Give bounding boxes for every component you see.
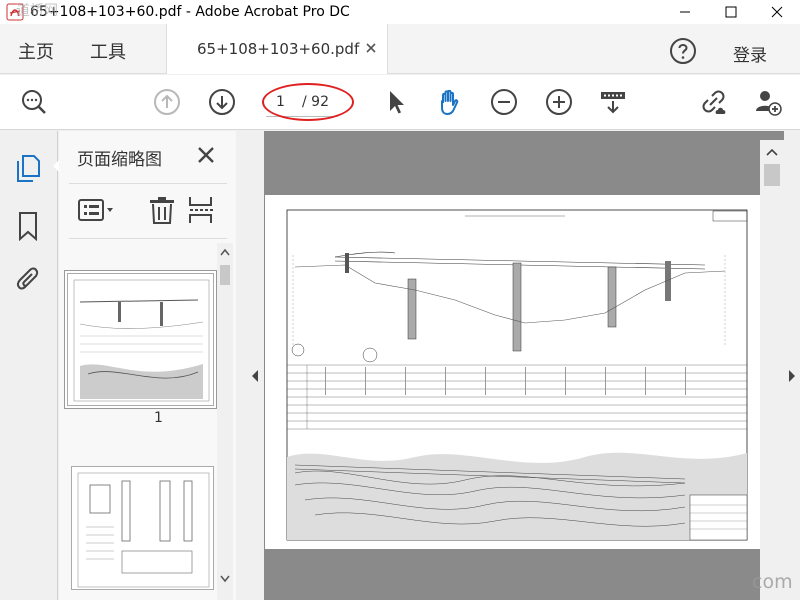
page-display-icon[interactable]: [599, 88, 627, 116]
panel-collapse-gutter[interactable]: [236, 131, 264, 600]
collapse-left-icon[interactable]: [250, 369, 260, 383]
page-thumbnails-icon[interactable]: [14, 153, 42, 183]
pdf-page: [265, 195, 761, 549]
previous-page-icon[interactable]: [153, 88, 181, 116]
thumbnail-options-icon[interactable]: [77, 195, 113, 225]
close-window-button[interactable]: [754, 0, 800, 24]
title-bar: 65+108+103+60.pdf - Adobe Acrobat Pro DC: [0, 0, 800, 24]
expand-right-panel-icon[interactable]: [787, 369, 797, 383]
window-title: 65+108+103+60.pdf - Adobe Acrobat Pro DC: [30, 4, 350, 20]
right-panel-gutter[interactable]: [784, 131, 800, 600]
maximize-button[interactable]: [708, 0, 754, 24]
bookmark-icon[interactable]: [14, 211, 42, 242]
thumbnail-scrollbar[interactable]: [217, 243, 233, 600]
document-tab-label: 65+108+103+60.pdf: [197, 40, 360, 58]
delete-page-icon[interactable]: [147, 195, 177, 225]
watermark-url: com: [752, 571, 793, 593]
thumbnail-page-number: 1: [154, 410, 163, 426]
add-user-icon[interactable]: [754, 88, 782, 116]
document-scroll-thumb[interactable]: [764, 164, 780, 186]
toolbar: / 92: [0, 75, 800, 130]
zoom-in-icon[interactable]: [545, 88, 573, 116]
insert-page-icon[interactable]: [187, 195, 217, 225]
help-icon[interactable]: [669, 37, 697, 65]
thumbnails-title: 页面缩略图: [77, 150, 162, 170]
zoom-search-icon[interactable]: [20, 88, 48, 116]
minimize-button[interactable]: [662, 0, 708, 24]
login-button[interactable]: 登录: [733, 41, 767, 66]
zoom-out-icon[interactable]: [490, 88, 518, 116]
select-cursor-icon[interactable]: [382, 88, 410, 116]
menu-tools[interactable]: 工具: [90, 38, 126, 64]
scroll-up-icon[interactable]: [766, 148, 778, 156]
page-number-highlight: [262, 83, 354, 121]
share-link-icon[interactable]: [700, 88, 728, 116]
thumbnails-toolbar: [69, 183, 227, 239]
watermark-text: 道桥网: [16, 3, 58, 19]
page-thumbnail-2[interactable]: [71, 466, 214, 590]
attachment-icon[interactable]: [14, 266, 42, 296]
menu-bar: 主页 工具 65+108+103+60.pdf 登录: [0, 24, 800, 74]
close-panel-icon[interactable]: [197, 146, 215, 164]
document-tab[interactable]: 65+108+103+60.pdf: [166, 24, 388, 74]
page-thumbnail-1[interactable]: [67, 273, 214, 406]
hand-tool-icon[interactable]: [435, 88, 463, 116]
menu-home[interactable]: 主页: [18, 38, 54, 64]
close-tab-icon[interactable]: [365, 42, 377, 54]
document-scrollbar[interactable]: [760, 140, 784, 600]
next-page-icon[interactable]: [208, 88, 236, 116]
navigation-rail: [0, 131, 60, 600]
